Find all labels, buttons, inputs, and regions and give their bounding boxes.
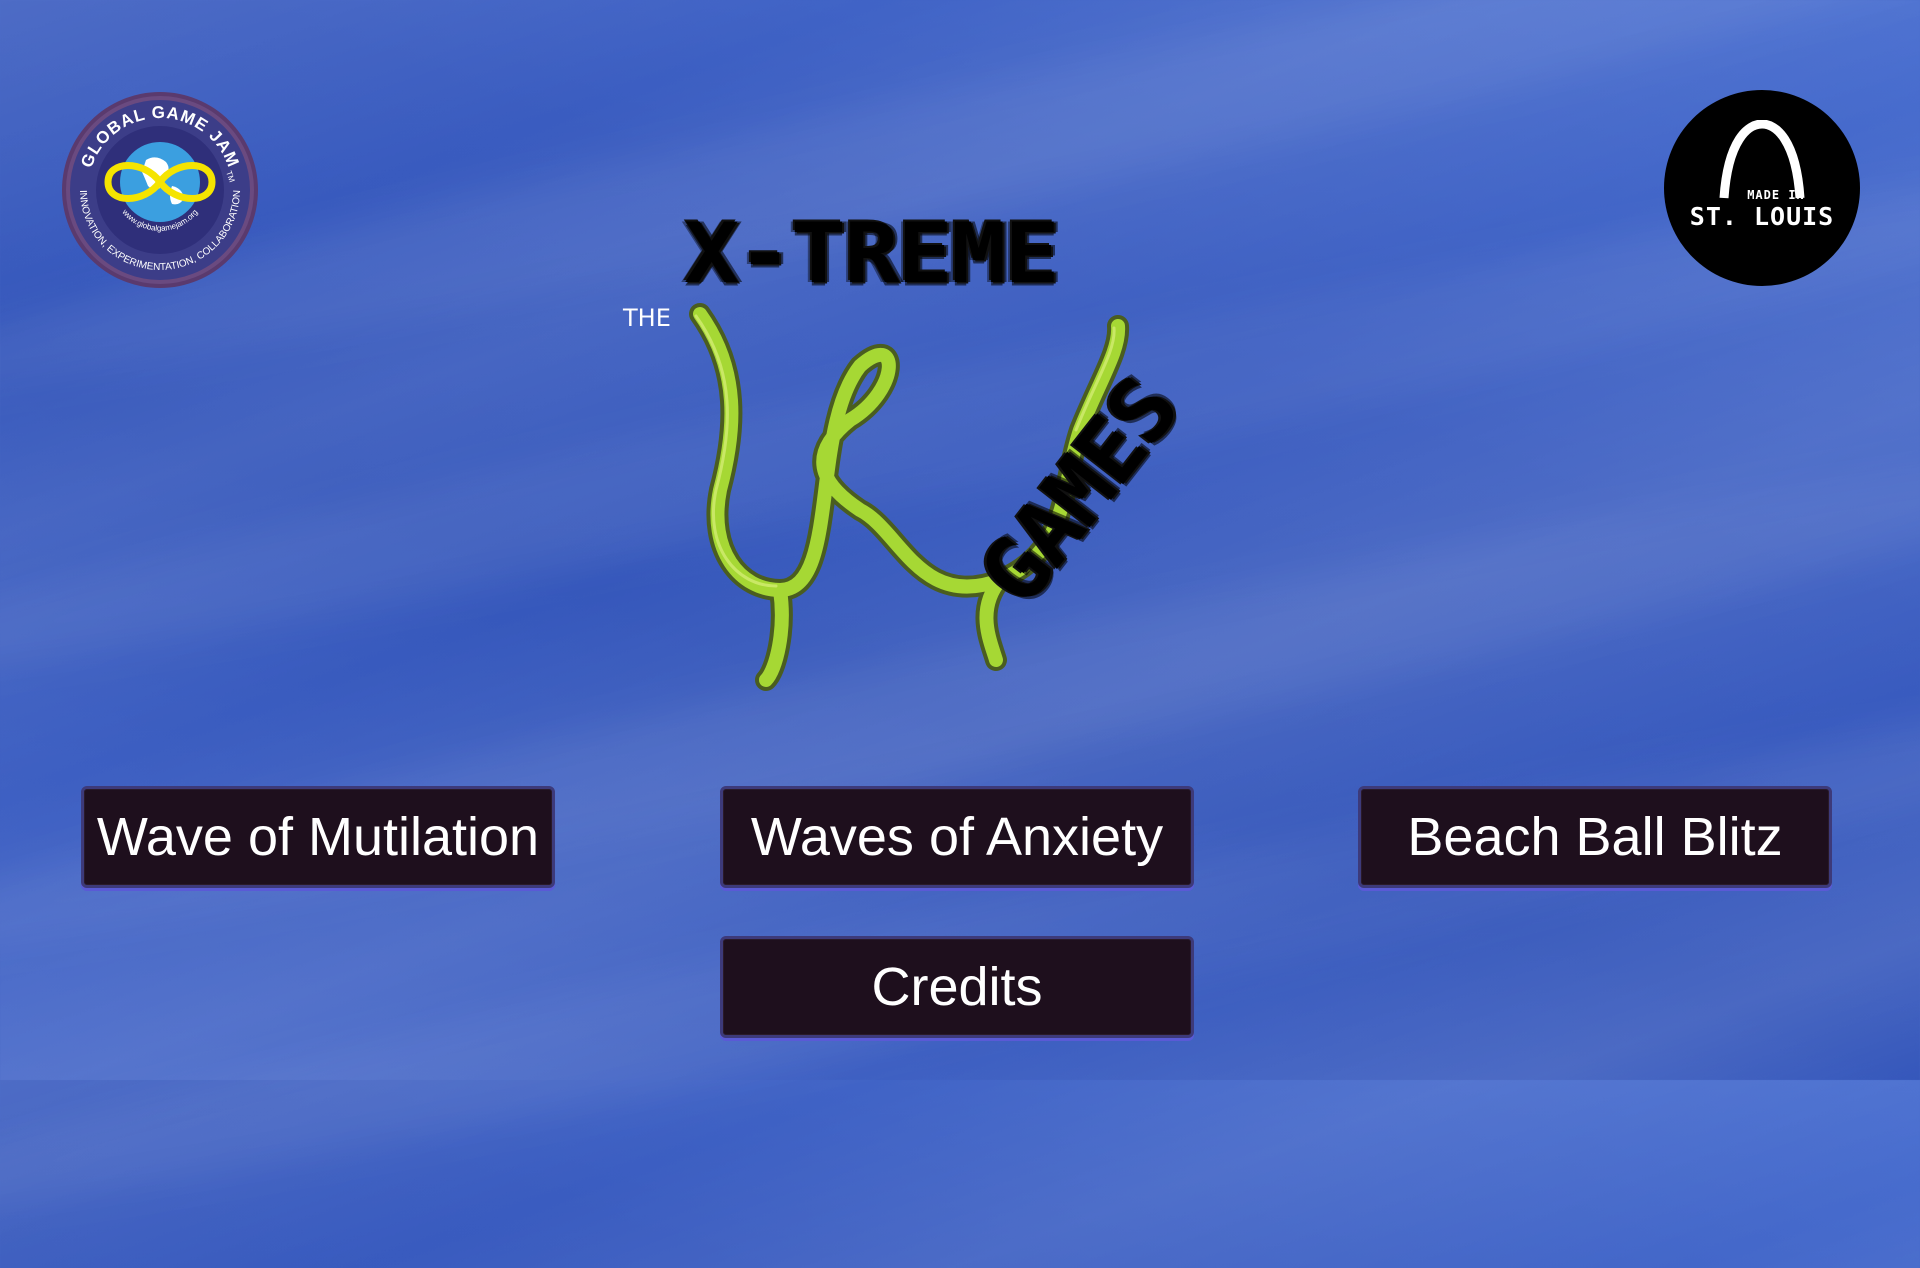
button-label: Waves of Anxiety [750, 807, 1164, 867]
waves-of-anxiety-button[interactable]: Waves of Anxiety [720, 786, 1194, 888]
button-label: Credits [871, 957, 1043, 1017]
logo-the-label: THE [623, 304, 671, 332]
made-in-label: MADE IN [1747, 188, 1805, 202]
button-label: Beach Ball Blitz [1407, 807, 1783, 867]
made-in-st-louis-badge: MADE IN ST. LOUIS [1664, 90, 1860, 286]
st-louis-label: ST. LOUIS [1689, 202, 1835, 231]
credits-button[interactable]: Credits [720, 936, 1194, 1038]
global-game-jam-badge: GLOBAL GAME JAM TM www.globalgamejam.org… [62, 92, 258, 288]
beach-ball-blitz-button[interactable]: Beach Ball Blitz [1358, 786, 1832, 888]
wave-of-mutilation-button[interactable]: Wave of Mutilation [81, 786, 555, 888]
button-label: Wave of Mutilation [96, 807, 540, 867]
logo-xtreme-title: X-TREME [684, 205, 1060, 302]
